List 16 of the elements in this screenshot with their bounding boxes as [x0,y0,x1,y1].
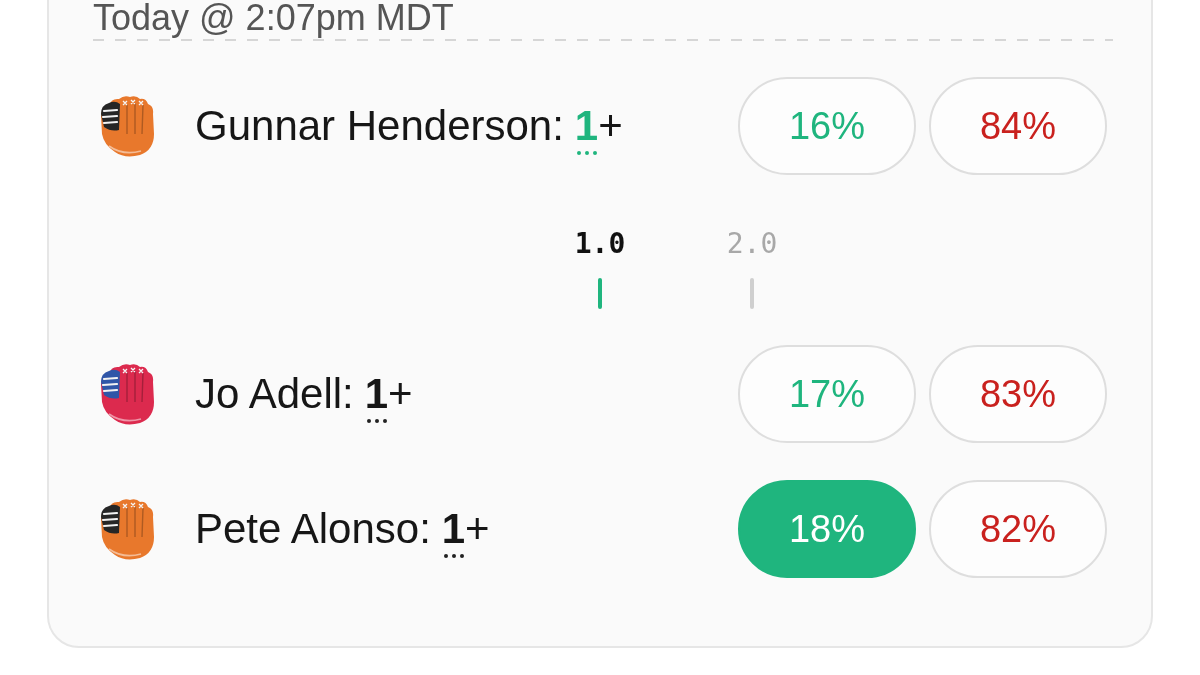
scale-tick-icon [750,278,754,309]
line-value[interactable]: 1+ [441,505,490,552]
odds-button[interactable]: 82% [929,480,1107,578]
player-name: Gunnar Henderson: [195,102,564,149]
line-value[interactable]: 1+ [364,370,413,417]
dots-icon [366,419,387,423]
odds-button[interactable]: 84% [929,77,1107,175]
dots-icon [576,151,597,155]
odds-button[interactable]: 83% [929,345,1107,443]
player-name: Jo Adell: [195,370,354,417]
dots-icon [443,554,464,558]
timestamp-text: Today @ 2:07pm MDT [93,0,454,36]
line-value[interactable]: 1+ [574,102,623,149]
player-name: Pete Alonso: [195,505,431,552]
scale-tick-icon [598,278,602,309]
line-option[interactable]: 1.0 [570,227,630,261]
